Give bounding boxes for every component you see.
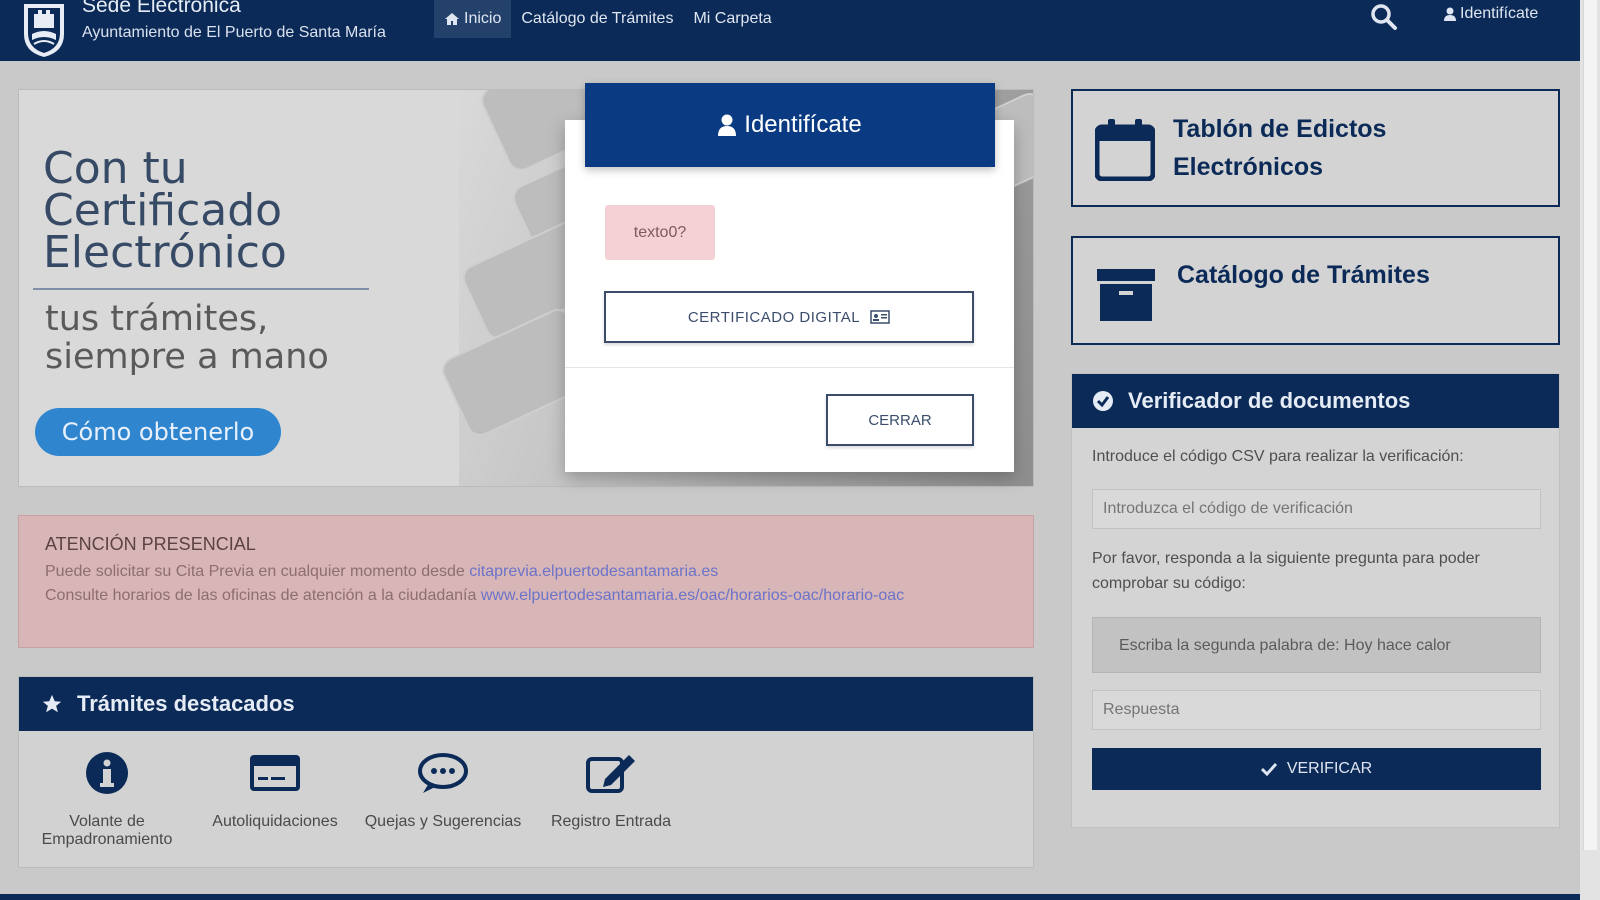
verifier-title: Verificador de documentos (1128, 388, 1411, 413)
nav-item-mi-carpeta[interactable]: Mi Carpeta (683, 0, 781, 38)
cert-button-label: CERTIFICADO DIGITAL (687, 308, 861, 326)
check-icon (1260, 762, 1277, 776)
notice-panel: ATENCIÓN PRESENCIAL Puede solicitar su C… (18, 515, 1034, 648)
featured-item-label: Quejas y Sugerencias (364, 813, 522, 830)
cita-previa-link[interactable]: citaprevia.elpuertodesantamaria.es (469, 563, 718, 580)
search-icon[interactable] (1369, 2, 1399, 32)
modal-title: Identifícate (744, 111, 862, 138)
login-modal: texto0? CERTIFICADO DIGITAL CERRAR (565, 120, 1014, 472)
footer-strip (0, 894, 1580, 900)
csv-code-input[interactable] (1092, 489, 1541, 529)
answer-input[interactable] (1092, 690, 1541, 730)
credit-card-icon (250, 755, 300, 791)
captcha-question: Escriba la segunda palabra de: Hoy hace … (1092, 617, 1541, 673)
calendar-icon (1095, 119, 1155, 181)
login-link[interactable]: Identifícate (1444, 5, 1538, 23)
verifier-header: Verificador de documentos (1072, 374, 1559, 428)
id-card-icon (870, 310, 890, 324)
login-label: Identifícate (1460, 5, 1539, 22)
featured-item-quejas[interactable]: Quejas y Sugerencias (358, 751, 528, 831)
notice-text: Consulte horarios de las oficinas de ate… (45, 587, 481, 604)
site-subtitle[interactable]: Ayuntamiento de El Puerto de Santa María (82, 24, 386, 42)
top-navbar: Sede Electrónica Ayuntamiento de El Puer… (0, 0, 1580, 61)
hero-divider (33, 288, 369, 290)
verify-button[interactable]: VERIFICAR (1092, 748, 1541, 790)
featured-procedures: Trámites destacados Volante de Empadrona… (18, 676, 1034, 868)
hero-subtitle: tus trámites, siempre a mano (45, 299, 329, 377)
featured-items: Volante de Empadronamiento Autoliquidaci… (19, 731, 1033, 869)
card-catalogo-tramites[interactable]: Catálogo de Trámites (1071, 236, 1560, 345)
nav-item-inicio[interactable]: Inicio (434, 0, 512, 38)
notice-title: ATENCIÓN PRESENCIAL (45, 534, 256, 554)
city-crest-logo[interactable] (20, 0, 68, 58)
edit-icon (586, 755, 635, 793)
featured-title: Trámites destacados (77, 691, 295, 716)
alert-message: texto0? (605, 205, 715, 260)
scrollbar-thumb[interactable] (1583, 0, 1597, 850)
featured-item-label: Registro Entrada (550, 813, 672, 830)
notice-text: Puede solicitar su Cita Previa en cualqu… (45, 563, 470, 580)
hero-title: Con tu Certificado Electrónico (43, 143, 287, 278)
csv-instruction: Introduce el código CSV para realizar la… (1092, 448, 1464, 465)
modal-divider (565, 367, 1014, 368)
featured-item-label: Volante de Empadronamiento (41, 813, 173, 848)
featured-item-label: Autoliquidaciones (212, 813, 338, 830)
nav-item-label: Catálogo de Trámites (521, 10, 674, 27)
horarios-link[interactable]: www.elpuertodesantamaria.es/oac/horarios… (481, 587, 904, 604)
info-icon (86, 752, 128, 794)
chat-bubble-icon (418, 753, 468, 793)
site-title[interactable]: Sede Electrónica (82, 0, 241, 18)
close-modal-button[interactable]: CERRAR (826, 394, 974, 446)
question-instruction: Por favor, responda a la siguiente pregu… (1092, 550, 1480, 592)
featured-header: Trámites destacados (19, 677, 1033, 731)
digital-certificate-button[interactable]: CERTIFICADO DIGITAL (604, 291, 974, 343)
archive-box-icon (1097, 269, 1155, 321)
card-title: Tablón de Edictos Electrónicos (1173, 115, 1387, 181)
user-icon (718, 114, 737, 136)
featured-item-registro[interactable]: Registro Entrada (526, 751, 696, 831)
document-verifier: Verificador de documentos Introduce el c… (1071, 373, 1560, 828)
user-icon (1444, 7, 1456, 21)
star-icon (42, 694, 62, 713)
check-circle-icon (1093, 391, 1113, 411)
card-title: Catálogo de Trámites (1177, 261, 1430, 289)
notice-line: Puede solicitar su Cita Previa en cualqu… (45, 563, 1007, 581)
notice-line: Consulte horarios de las oficinas de ate… (45, 587, 1007, 605)
main-nav: Inicio Catálogo de Trámites Mi Carpeta (434, 0, 782, 38)
how-to-get-button[interactable]: Cómo obtenerlo (35, 408, 281, 456)
nav-item-catalogo[interactable]: Catálogo de Trámites (511, 0, 683, 38)
nav-item-label: Mi Carpeta (693, 10, 772, 27)
modal-header: Identifícate (585, 83, 995, 167)
home-icon (445, 13, 459, 25)
featured-item-autoliquidaciones[interactable]: Autoliquidaciones (190, 751, 360, 831)
verify-button-label: VERIFICAR (1286, 760, 1373, 777)
card-tablon-edictos[interactable]: Tablón de Edictos Electrónicos (1071, 89, 1560, 207)
nav-item-label: Inicio (464, 10, 502, 27)
featured-item-volante[interactable]: Volante de Empadronamiento (22, 751, 192, 849)
